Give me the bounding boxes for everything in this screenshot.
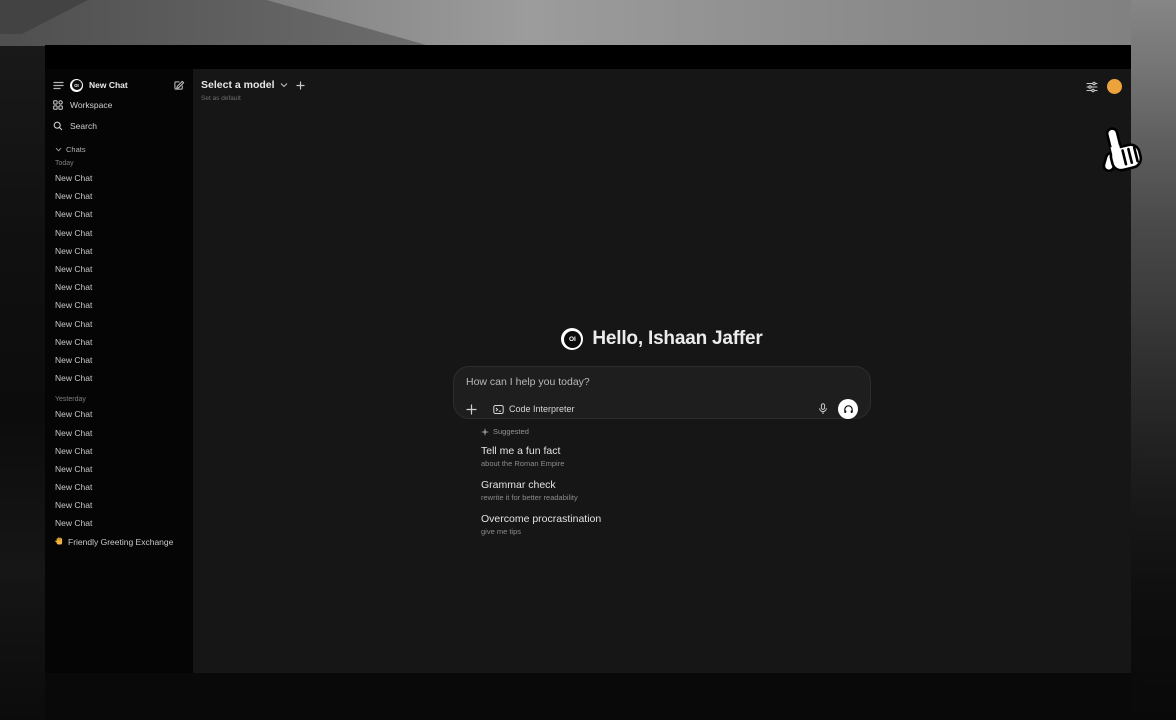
chat-item[interactable]: New Chat (53, 242, 185, 260)
desktop-background-right (1131, 0, 1176, 720)
sparkle-icon (481, 428, 489, 436)
sidebar-item-label: Workspace (70, 100, 112, 110)
suggested-prompt-subtitle: rewrite it for better readability (481, 493, 871, 502)
set-as-default-link[interactable]: Set as default (201, 95, 305, 102)
wave-emoji-icon (55, 537, 64, 546)
chat-item[interactable]: New Chat (53, 460, 185, 478)
code-interpreter-label: Code Interpreter (509, 404, 575, 414)
code-interpreter-toggle[interactable]: Code Interpreter (493, 404, 575, 415)
chat-item[interactable]: New Chat (53, 405, 185, 423)
chats-section-toggle[interactable]: Chats (53, 143, 185, 155)
search-icon (53, 121, 63, 131)
suggested-header: Suggested (481, 427, 871, 436)
microphone-icon[interactable] (818, 403, 828, 415)
chat-item[interactable]: New Chat (53, 205, 185, 223)
sidebar-item-workspace[interactable]: Workspace (53, 95, 185, 114)
attach-plus-icon[interactable] (466, 404, 477, 415)
chat-item-label: Friendly Greeting Exchange (68, 537, 173, 547)
desktop: OI New Chat Workspace (0, 0, 1176, 720)
controls-sliders-icon[interactable] (1086, 81, 1098, 93)
chat-item[interactable]: New Chat (53, 315, 185, 333)
chat-item[interactable]: New Chat (53, 478, 185, 496)
suggested-prompt[interactable]: Grammar check rewrite it for better reada… (481, 479, 871, 502)
suggested-prompt[interactable]: Tell me a fun fact about the Roman Empire (481, 445, 871, 468)
greeting-text: Hello, Ishaan Jaffer (592, 328, 762, 350)
add-model-icon[interactable] (296, 81, 305, 90)
desktop-background-left (0, 46, 45, 720)
chat-item[interactable]: New Chat (53, 278, 185, 296)
chat-item[interactable]: New Chat (53, 224, 185, 242)
chat-section-label: Today (55, 160, 185, 167)
composer[interactable]: Code Interpreter (453, 366, 871, 419)
main-area: Select a model Set as default (193, 69, 1131, 673)
app-logo-icon: OI (70, 79, 83, 92)
chat-item[interactable]: New Chat (53, 187, 185, 205)
new-chat-icon[interactable] (174, 80, 185, 91)
chat-list: TodayNew ChatNew ChatNew ChatNew ChatNew… (53, 160, 185, 551)
voice-call-button[interactable] (838, 399, 858, 419)
sidebar: OI New Chat Workspace (45, 69, 193, 673)
suggested-prompt[interactable]: Overcome procrastination give me tips (481, 513, 871, 536)
suggested-list: Tell me a fun fact about the Roman Empire… (481, 445, 871, 536)
suggested-prompt-subtitle: give me tips (481, 527, 871, 536)
chat-item[interactable]: New Chat (53, 496, 185, 514)
workspace-grid-icon (53, 100, 63, 110)
suggested-prompt-title: Overcome procrastination (481, 513, 871, 525)
chats-header-label: Chats (66, 145, 86, 154)
chat-item[interactable]: New Chat (53, 333, 185, 351)
sidebar-item-label: Search (70, 121, 97, 131)
chevron-down-icon (55, 147, 62, 152)
suggested-label: Suggested (493, 427, 529, 436)
model-selector-label: Select a model (201, 79, 275, 91)
suggested-prompt-subtitle: about the Roman Empire (481, 459, 871, 468)
chat-item[interactable]: New Chat (53, 351, 185, 369)
app-titlebar (45, 45, 1131, 69)
greeting: OI Hello, Ishaan Jaffer (453, 328, 871, 350)
user-avatar[interactable] (1107, 79, 1122, 94)
app-logo-icon: OI (561, 328, 583, 350)
code-interpreter-icon (493, 404, 504, 415)
chat-section-label: Yesterday (55, 396, 185, 403)
desktop-background-bottom (45, 673, 1131, 720)
chat-item[interactable]: New Chat (53, 423, 185, 441)
chat-item[interactable]: New Chat (53, 169, 185, 187)
sidebar-toggle-icon[interactable] (53, 81, 64, 90)
chat-item[interactable]: New Chat (53, 442, 185, 460)
suggested-prompt-title: Tell me a fun fact (481, 445, 871, 457)
suggested-prompt-title: Grammar check (481, 479, 871, 491)
chat-item[interactable]: New Chat (53, 514, 185, 532)
chat-item[interactable]: Friendly Greeting Exchange (53, 533, 185, 551)
message-input[interactable] (466, 376, 858, 391)
chat-item[interactable]: New Chat (53, 260, 185, 278)
app-window: OI New Chat Workspace (45, 45, 1131, 673)
chat-item[interactable]: New Chat (53, 369, 185, 387)
sidebar-title: New Chat (89, 80, 128, 90)
sidebar-item-search[interactable]: Search (53, 116, 185, 135)
chat-item[interactable]: New Chat (53, 296, 185, 314)
model-selector[interactable]: Select a model (201, 79, 305, 91)
chevron-down-icon (280, 82, 288, 88)
